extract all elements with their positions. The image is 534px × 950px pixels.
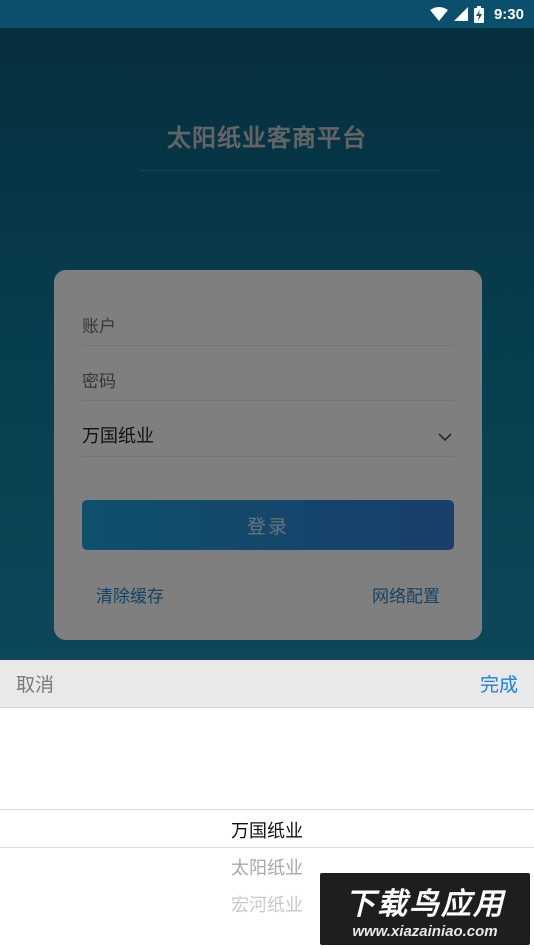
picker-toolbar: 取消 完成 <box>0 660 534 708</box>
status-time: 9:30 <box>493 5 524 23</box>
signal-icon <box>453 7 468 21</box>
watermark-title: 下载鸟应用 <box>345 887 505 922</box>
modal-dim-overlay[interactable] <box>0 0 534 660</box>
selection-line-top <box>0 809 534 810</box>
wifi-icon <box>429 7 448 21</box>
picker-done-button[interactable]: 完成 <box>480 670 518 697</box>
watermark-logo: 下载鸟应用 www.xiazainiao.com <box>320 873 530 945</box>
battery-charging-icon <box>473 5 484 23</box>
status-bar: 9:30 <box>0 0 534 28</box>
selection-line-bottom <box>0 847 534 848</box>
picker-cancel-button[interactable]: 取消 <box>16 670 54 697</box>
watermark-url: www.xiazainiao.com <box>352 923 498 940</box>
picker-option[interactable]: 万国纸业 <box>0 817 534 843</box>
